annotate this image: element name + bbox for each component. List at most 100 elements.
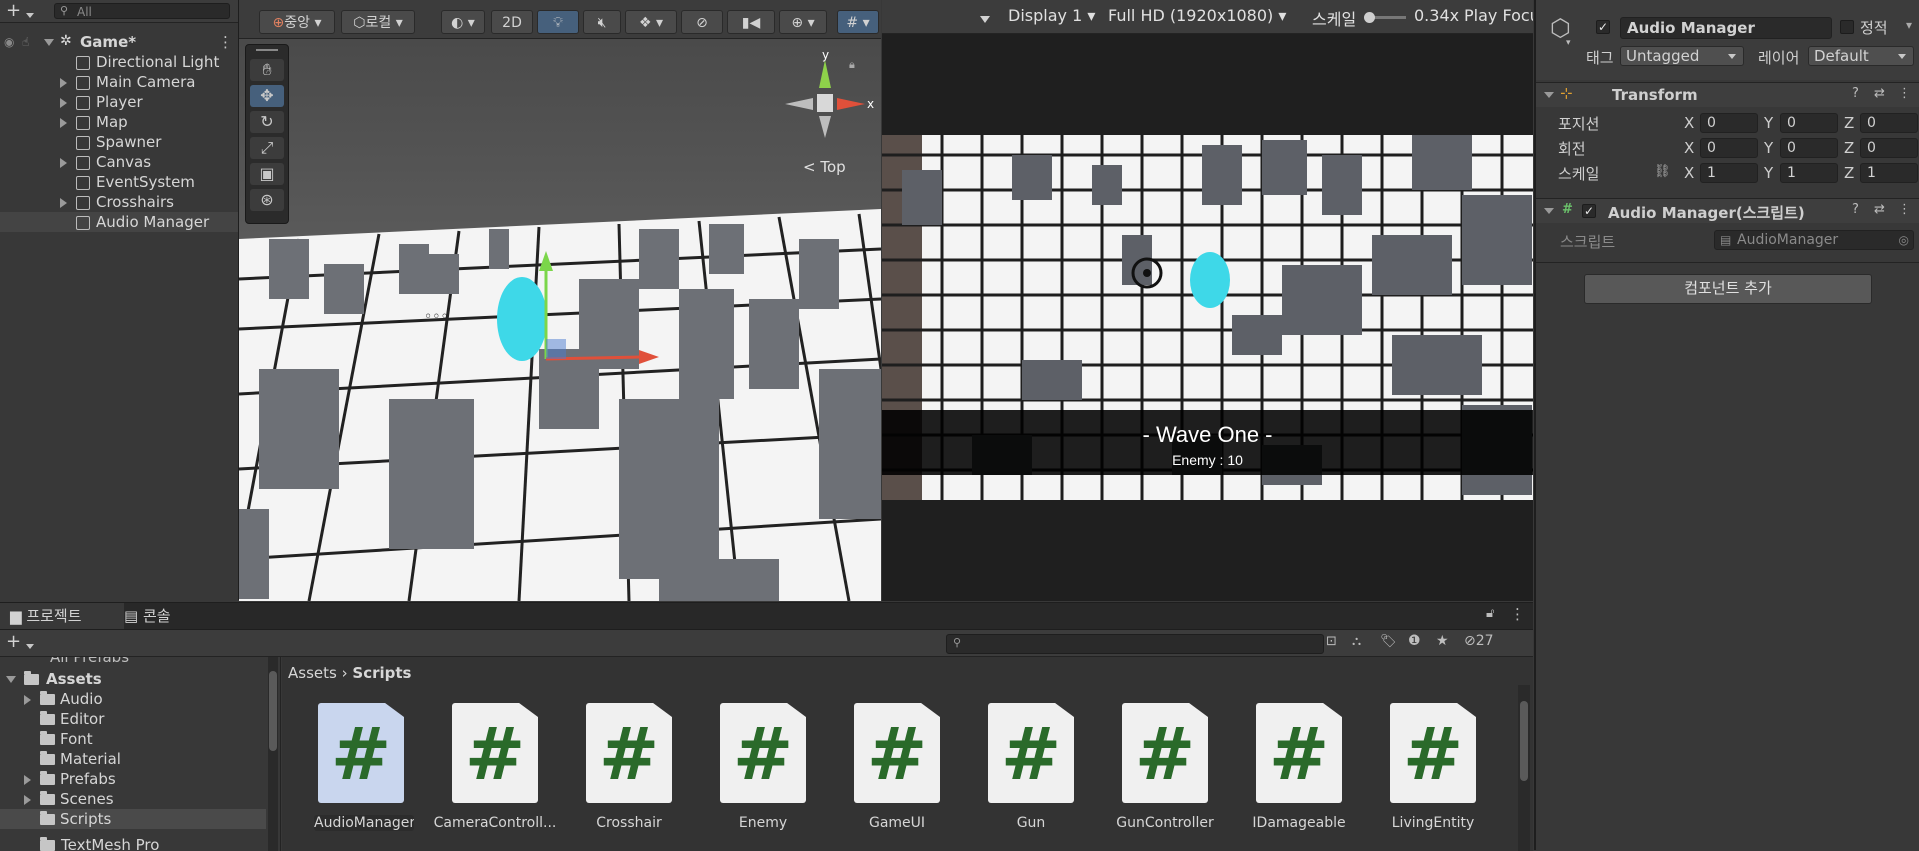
hierarchy-item[interactable]: Main Camera (0, 72, 238, 92)
favorites-star-icon[interactable]: ★ (1436, 633, 1449, 649)
scene-menu-icon[interactable]: ⋮ (218, 32, 233, 52)
scale-slider-thumb[interactable] (1364, 12, 1375, 23)
chevron-down-icon[interactable] (26, 639, 34, 654)
create-asset-icon[interactable]: + (6, 631, 21, 652)
project-search-input[interactable]: ⚲ (946, 634, 1324, 654)
tree-item-all-prefabs[interactable]: All Prefabs (50, 657, 129, 667)
lighting-toggle-button[interactable]: 💡︎ (537, 10, 579, 34)
expand-arrow-icon[interactable] (6, 669, 16, 689)
tree-scrollbar-thumb[interactable] (269, 671, 277, 751)
rotation-y-input[interactable]: 0 (1780, 138, 1838, 158)
tree-item-textmesh-pro[interactable]: TextMesh Pro (40, 835, 159, 851)
hierarchy-search-input[interactable]: All (54, 3, 230, 19)
tree-root-assets[interactable]: Assets (0, 669, 270, 689)
component-menu-icon[interactable]: ⋮ (1898, 202, 1911, 217)
move-tool-icon[interactable]: ✥ (250, 85, 284, 107)
hierarchy-item[interactable]: Player (0, 92, 238, 112)
scale-z-input[interactable]: 1 (1860, 163, 1918, 183)
asset-tile[interactable]: # Gun (958, 703, 1083, 843)
position-y-input[interactable]: 0 (1780, 113, 1838, 133)
hierarchy-item[interactable]: Spawner (0, 132, 238, 152)
hierarchy-item[interactable]: Audio Manager (0, 212, 238, 232)
tree-item[interactable]: Material (0, 749, 266, 769)
asset-tile[interactable]: # Enemy (690, 703, 815, 843)
asset-tile[interactable]: # GameUI (824, 703, 949, 843)
asset-scrollbar-thumb[interactable] (1520, 701, 1528, 781)
axis-z-label[interactable]: Z (1844, 139, 1854, 157)
play-focus-dropdown[interactable]: Play Focu (1464, 6, 1533, 25)
collapse-arrow-icon[interactable] (1544, 203, 1554, 218)
tree-item[interactable]: Prefabs (0, 769, 266, 789)
expand-arrow-icon[interactable] (60, 112, 67, 132)
lock-icon[interactable]: 🔒︎ (849, 58, 855, 72)
tree-item[interactable]: Audio (0, 689, 266, 709)
gizmos-dropdown[interactable]: ⊕ ▾ (779, 10, 827, 34)
filter-by-log-icon[interactable]: ❶ (1408, 633, 1421, 649)
tag-dropdown[interactable]: Untagged (1620, 46, 1744, 66)
effects-dropdown[interactable]: ❖ ▾ (625, 10, 677, 34)
pivot-dropdown[interactable]: ⊕중앙 ▾ (259, 10, 335, 34)
preset-icon[interactable]: ⇄ (1874, 202, 1885, 217)
scale-y-input[interactable]: 1 (1780, 163, 1838, 183)
panel-menu-icon[interactable]: ⋮ (1510, 605, 1525, 623)
hand-tool-icon[interactable]: ✋︎ (250, 59, 284, 81)
rect-tool-icon[interactable]: ▣ (250, 163, 284, 185)
hierarchy-item[interactable]: Map (0, 112, 238, 132)
script-enabled-checkbox[interactable]: ✓ (1582, 204, 1596, 218)
icon-dropdown-icon[interactable]: ▾ (1566, 38, 1571, 48)
add-icon[interactable]: + (6, 0, 21, 21)
tree-item[interactable]: Scripts (0, 809, 266, 829)
hierarchy-item[interactable]: Canvas (0, 152, 238, 172)
position-x-input[interactable]: 0 (1700, 113, 1758, 133)
asset-tile[interactable]: # LivingEntity (1360, 703, 1485, 843)
hierarchy-item[interactable]: Crosshairs (0, 192, 238, 212)
axis-x-label[interactable]: X (1684, 164, 1694, 182)
expand-arrow-icon[interactable] (60, 92, 67, 112)
game-view[interactable]: Display 1 ▾ Full HD (1920x1080) ▾ 스케일 0.… (882, 0, 1533, 601)
gizmo-plane-handle[interactable] (546, 339, 566, 359)
chevron-down-icon[interactable] (980, 12, 990, 27)
rotation-x-input[interactable]: 0 (1700, 138, 1758, 158)
filter-by-label-icon[interactable]: 🏷︎ (1380, 634, 1397, 649)
axis-y-label[interactable]: Y (1764, 114, 1773, 132)
hierarchy-item[interactable]: EventSystem (0, 172, 238, 192)
hierarchy-item[interactable]: Directional Light (0, 52, 238, 72)
layer-dropdown[interactable]: Default (1808, 46, 1914, 66)
component-menu-icon[interactable]: ⋮ (1898, 86, 1911, 101)
palette-grip[interactable] (256, 49, 278, 51)
tree-item[interactable]: Scenes (0, 789, 266, 809)
expand-arrow-icon[interactable] (24, 769, 31, 789)
help-icon[interactable]: ? (1852, 86, 1859, 101)
expand-arrow-icon[interactable] (60, 192, 67, 212)
asset-tile[interactable]: # GunController (1092, 703, 1217, 843)
rotate-tool-icon[interactable]: ↻ (250, 111, 284, 133)
scale-x-input[interactable]: 1 (1700, 163, 1758, 183)
lock-icon[interactable]: 🔓︎ (1486, 606, 1494, 621)
rotation-z-input[interactable]: 0 (1860, 138, 1918, 158)
tab-console[interactable]: ▤ 콘솔 (114, 603, 204, 629)
asset-tile[interactable]: # Crosshair (556, 703, 681, 843)
axis-z-label[interactable]: Z (1844, 114, 1854, 132)
chevron-down-icon[interactable] (26, 8, 34, 23)
asset-tile[interactable]: # CameraControll... (422, 703, 556, 843)
help-icon[interactable]: ? (1852, 202, 1859, 217)
tree-item[interactable]: Editor (0, 709, 266, 729)
tab-project[interactable]: ▆ 프로젝트 (0, 603, 124, 629)
static-dropdown-icon[interactable]: ▾ (1906, 18, 1912, 32)
asset-tile[interactable]: # AudioManager (288, 703, 414, 843)
position-z-input[interactable]: 0 (1860, 113, 1918, 133)
orientation-gizmo[interactable]: y x (775, 52, 875, 142)
collapse-arrow-icon[interactable] (1544, 87, 1554, 102)
tree-scrollbar[interactable] (268, 657, 278, 851)
filter-by-type-icon[interactable]: ⛬ (1352, 634, 1361, 649)
toggle-2d-button[interactable]: 2D (491, 10, 533, 34)
gizmo-view-button[interactable]: < Top (803, 158, 846, 176)
object-name-input[interactable]: Audio Manager (1620, 17, 1832, 39)
axis-y-label[interactable]: Y (1764, 139, 1773, 157)
add-component-button[interactable]: 컴포넌트 추가 (1584, 274, 1872, 304)
camera-dropdown[interactable]: ▮◀ (727, 10, 775, 34)
expand-arrow-icon[interactable] (60, 72, 67, 92)
visibility-eye-icon[interactable]: ◉ (4, 32, 14, 52)
preset-icon[interactable]: ⇄ (1874, 86, 1885, 101)
active-checkbox[interactable]: ✓ (1596, 20, 1610, 34)
